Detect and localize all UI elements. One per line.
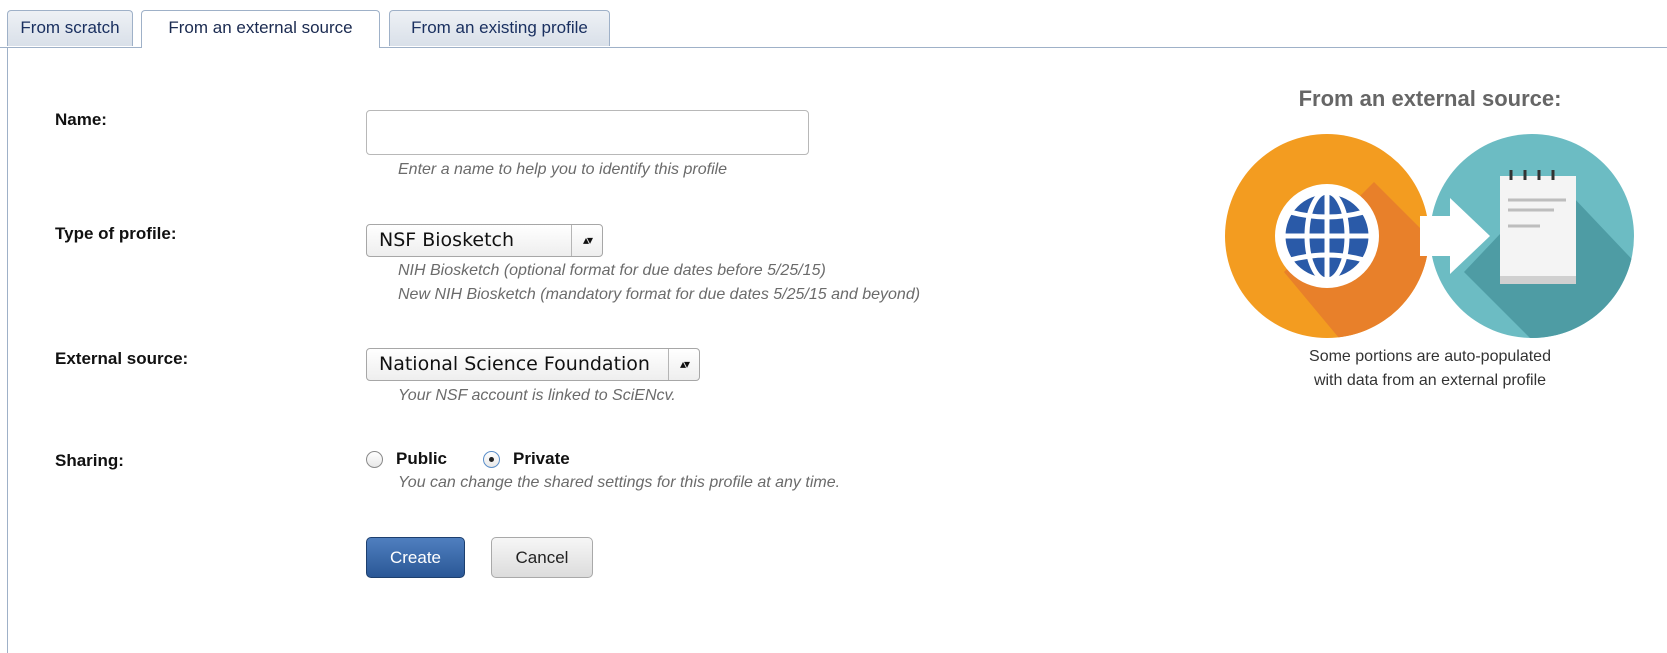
external-source-hint: Your NSF account is linked to SciENcv.	[398, 387, 676, 404]
profile-type-select[interactable]: NSF Biosketch ▴▾	[366, 224, 603, 257]
profile-type-hint-1: NIH Biosketch (optional format for due d…	[398, 262, 826, 279]
create-button[interactable]: Create	[366, 537, 465, 578]
external-source-selected: National Science Foundation	[379, 353, 650, 375]
public-radio-label[interactable]: Public	[396, 449, 447, 469]
sharing-label: Sharing:	[55, 451, 124, 470]
select-arrows-icon: ▴▾	[668, 349, 699, 380]
panel-border	[7, 47, 8, 653]
tab-from-scratch[interactable]: From scratch	[7, 10, 133, 46]
external-source-illustration	[1225, 134, 1634, 338]
select-arrows-icon: ▴▾	[571, 225, 602, 256]
cancel-button[interactable]: Cancel	[491, 537, 593, 578]
external-source-label: External source:	[55, 349, 189, 368]
external-source-select[interactable]: National Science Foundation ▴▾	[366, 348, 700, 381]
private-radio[interactable]	[483, 451, 500, 468]
side-panel-title: From an external source:	[1298, 86, 1562, 111]
tab-from-existing-profile[interactable]: From an existing profile	[389, 10, 610, 46]
side-panel-caption: Some portions are auto-populated with da…	[1230, 345, 1630, 393]
name-hint: Enter a name to help you to identify thi…	[398, 161, 728, 178]
tab-bar: From scratch From an external source Fro…	[0, 0, 1667, 48]
sharing-hint: You can change the shared settings for t…	[398, 474, 841, 491]
caption-line-1: Some portions are auto-populated	[1309, 348, 1551, 365]
public-radio[interactable]	[366, 451, 383, 468]
name-input[interactable]	[366, 110, 809, 155]
type-of-profile-label: Type of profile:	[55, 224, 177, 243]
tab-from-external-source[interactable]: From an external source	[141, 10, 380, 48]
caption-line-2: with data from an external profile	[1313, 372, 1547, 389]
name-label: Name:	[55, 110, 107, 129]
profile-type-selected: NSF Biosketch	[379, 229, 515, 251]
private-radio-label[interactable]: Private	[513, 449, 570, 469]
profile-type-hint-2: New NIH Biosketch (mandatory format for …	[398, 286, 921, 303]
